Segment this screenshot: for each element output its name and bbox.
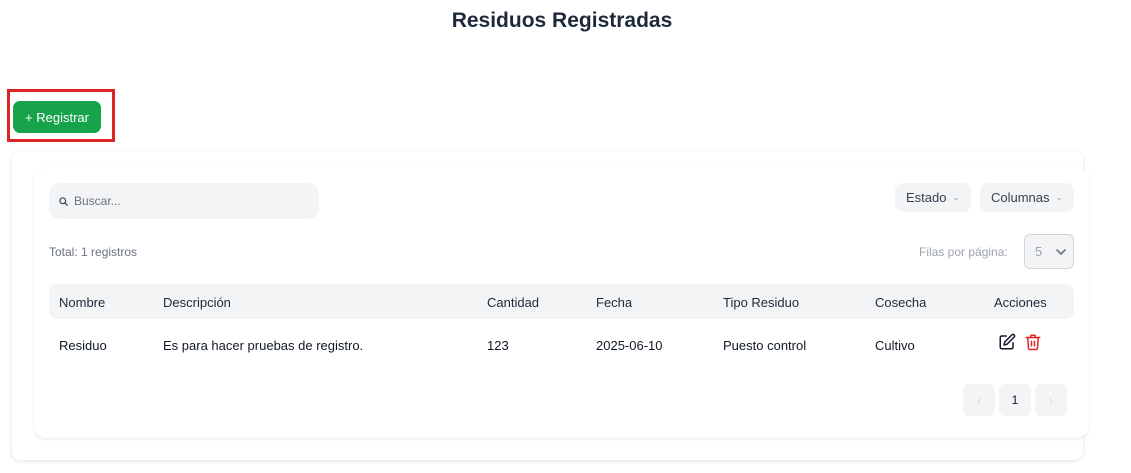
cell-cantidad: 123 — [487, 338, 509, 353]
column-header-cantidad[interactable]: Cantidad — [487, 295, 539, 310]
columnas-filter-button[interactable]: Columnas ⌄ — [980, 183, 1074, 212]
table-row: Residuo Es para hacer pruebas de registr… — [49, 328, 1074, 362]
page-title: Residuos Registradas — [451, 9, 673, 32]
estado-filter-label: Estado — [905, 190, 947, 205]
rows-per-page-select[interactable]: 5 — [1024, 234, 1074, 269]
cell-nombre: Residuo — [59, 338, 107, 353]
estado-filter-button[interactable]: Estado ⌄ — [895, 183, 971, 212]
table-header: Nombre Descripción Cantidad Fecha Tipo R… — [49, 284, 1074, 319]
column-header-tipo-residuo[interactable]: Tipo Residuo — [723, 295, 799, 310]
chevron-down-icon — [1056, 248, 1066, 255]
column-header-descripcion[interactable]: Descripción — [163, 295, 231, 310]
column-header-fecha[interactable]: Fecha — [596, 295, 632, 310]
cell-fecha: 2025-06-10 — [596, 338, 663, 353]
columnas-filter-label: Columnas — [990, 190, 1050, 205]
pagination-next-button[interactable]: › — [1035, 384, 1067, 416]
pagination-prev-button[interactable]: ‹ — [963, 384, 995, 416]
total-records: Total: 1 registros — [49, 245, 138, 259]
search-input[interactable] — [74, 194, 304, 208]
chevron-down-icon: ⌄ — [952, 192, 961, 202]
column-header-nombre[interactable]: Nombre — [59, 295, 105, 310]
rows-per-page-value: 5 — [1035, 244, 1043, 259]
pagination-page-button[interactable]: 1 — [999, 384, 1031, 416]
rows-per-page-label: Filas por página: — [919, 245, 1008, 259]
cell-descripcion: Es para hacer pruebas de registro. — [163, 338, 364, 353]
chevron-down-icon: ⌄ — [1055, 192, 1064, 202]
column-header-cosecha[interactable]: Cosecha — [875, 295, 926, 310]
register-button[interactable]: + Registrar — [13, 101, 101, 133]
search-icon — [59, 196, 68, 206]
cell-tipo-residuo: Puesto control — [723, 338, 807, 353]
edit-icon[interactable] — [997, 332, 1017, 352]
cell-cosecha: Cultivo — [875, 338, 915, 353]
search-field[interactable] — [49, 183, 319, 219]
trash-icon[interactable] — [1023, 332, 1043, 352]
column-header-acciones: Acciones — [994, 295, 1047, 310]
